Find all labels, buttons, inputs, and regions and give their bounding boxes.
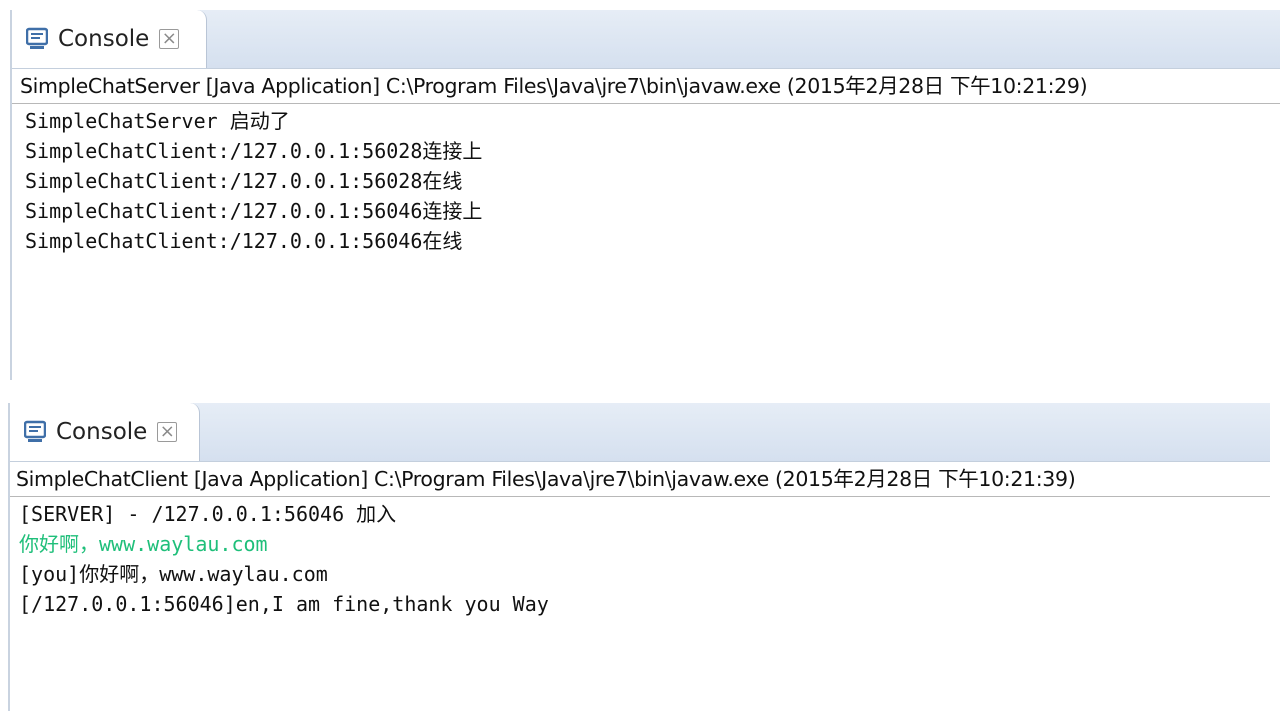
console-line: SimpleChatServer 启动了 xyxy=(25,109,290,133)
close-icon[interactable]: × xyxy=(159,29,180,49)
client-console-panel: Console × SimpleChatClient [Java Applica… xyxy=(8,403,1270,711)
server-console-panel: Console × SimpleChatServer [Java Applica… xyxy=(10,10,1280,380)
client-console-tab-bar: Console × xyxy=(10,403,1270,462)
console-input-line: 你好啊，www.waylau.com xyxy=(19,532,268,556)
client-launch-description: SimpleChatClient [Java Application] C:\P… xyxy=(10,462,1270,497)
server-console-tab-label: Console xyxy=(58,26,150,52)
console-line: SimpleChatClient:/127.0.0.1:56046连接上 xyxy=(25,199,483,223)
console-icon xyxy=(26,27,48,49)
console-line: SimpleChatClient:/127.0.0.1:56028连接上 xyxy=(25,139,483,163)
console-line: SimpleChatClient:/127.0.0.1:56028在线 xyxy=(25,169,463,193)
server-console-tab-bar: Console × xyxy=(12,10,1280,69)
server-console-tab[interactable]: Console × xyxy=(12,10,207,68)
server-launch-description: SimpleChatServer [Java Application] C:\P… xyxy=(12,69,1280,104)
close-icon[interactable]: × xyxy=(157,422,178,442)
client-console-output[interactable]: [SERVER] - /127.0.0.1:56046 加入 你好啊，www.w… xyxy=(10,497,1270,619)
client-console-tab-label: Console xyxy=(56,419,148,445)
server-console-output[interactable]: SimpleChatServer 启动了 SimpleChatClient:/1… xyxy=(12,104,1280,256)
console-line: [/127.0.0.1:56046]en,I am fine,thank you… xyxy=(19,592,549,616)
console-line: [SERVER] - /127.0.0.1:56046 加入 xyxy=(19,502,397,526)
console-line: [you]你好啊，www.waylau.com xyxy=(19,562,328,586)
client-console-tab[interactable]: Console × xyxy=(10,403,200,461)
console-line: SimpleChatClient:/127.0.0.1:56046在线 xyxy=(25,229,463,253)
console-icon xyxy=(24,420,46,442)
